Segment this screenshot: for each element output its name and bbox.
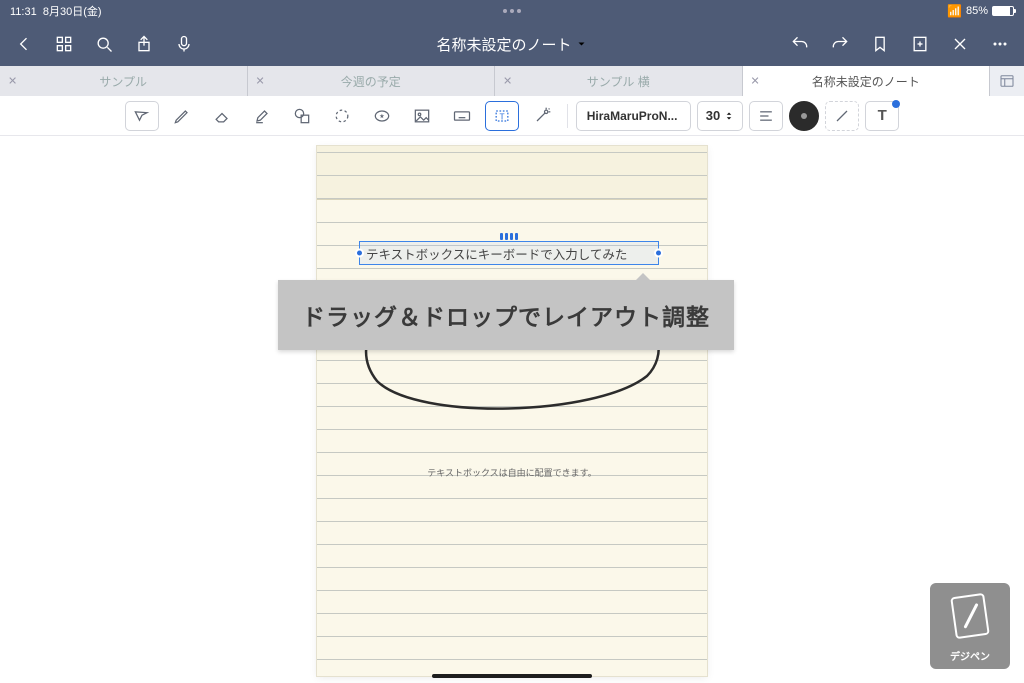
annotation-callout: ドラッグ＆ドロップでレイアウト調整	[278, 280, 734, 350]
canvas[interactable]: テキストボックスにキーボードで入力してみた テキストボックスは自由に配置できます…	[0, 136, 1024, 683]
tab-label: 名称未設定のノート	[812, 73, 920, 90]
textbox-content: テキストボックスにキーボードで入力してみた	[366, 244, 627, 263]
highlighter-tool[interactable]	[245, 101, 279, 131]
redo-button[interactable]	[824, 28, 856, 60]
divider	[567, 104, 568, 128]
doc-title[interactable]: 名称未設定のノート	[436, 34, 587, 55]
bg-color-button[interactable]	[825, 101, 859, 131]
resize-handle-right[interactable]	[654, 249, 663, 258]
doc-title-label: 名称未設定のノート	[436, 34, 571, 55]
tab-strip: ✕ サンプル ✕ 今週の予定 ✕ サンプル 横 ✕ 名称未設定のノート	[0, 66, 1024, 96]
textbox-tool[interactable]: T	[485, 101, 519, 131]
close-button[interactable]	[944, 28, 976, 60]
tab-close-icon[interactable]: ✕	[503, 75, 512, 88]
share-button[interactable]	[128, 28, 160, 60]
font-picker[interactable]: HiraMaruProN...	[576, 101, 691, 131]
wifi-icon: 📶	[947, 4, 962, 18]
font-name-label: HiraMaruProN...	[587, 109, 678, 123]
tab-label: サンプル	[99, 73, 147, 90]
font-size-value: 30	[706, 108, 720, 123]
grid-button[interactable]	[48, 28, 80, 60]
status-date: 8月30日(金)	[43, 6, 102, 18]
multitask-dots-icon[interactable]	[503, 9, 521, 13]
pen-tool[interactable]	[165, 101, 199, 131]
keyboard-tool[interactable]	[445, 101, 479, 131]
back-button[interactable]	[8, 28, 40, 60]
home-indicator[interactable]	[432, 674, 592, 678]
image-tool[interactable]	[405, 101, 439, 131]
svg-text:T: T	[499, 111, 504, 121]
zoom-tool[interactable]	[125, 101, 159, 131]
placeholder-textbox[interactable]: テキストボックスは自由に配置できます。	[427, 466, 597, 479]
text-style-button[interactable]: T	[865, 101, 899, 131]
status-bar: 11:31 8月30日(金) 📶 85%	[0, 0, 1024, 22]
add-page-button[interactable]	[904, 28, 936, 60]
watermark-text: デジペン	[950, 648, 990, 663]
tab-label: 今週の予定	[341, 73, 401, 90]
status-time: 11:31	[10, 6, 37, 18]
search-button[interactable]	[88, 28, 120, 60]
tab-close-icon[interactable]: ✕	[8, 75, 17, 88]
tab-layout-button[interactable]	[990, 66, 1024, 96]
placeholder-text: テキストボックスは自由に配置できます。	[427, 468, 597, 478]
battery-percent: 85%	[966, 5, 988, 17]
battery-icon	[992, 6, 1014, 16]
mic-button[interactable]	[168, 28, 200, 60]
bookmark-button[interactable]	[864, 28, 896, 60]
drag-grip-icon[interactable]	[500, 233, 518, 240]
tab-sample-h[interactable]: ✕ サンプル 横	[495, 66, 743, 96]
tool-bar: T HiraMaruProN... 30 T	[0, 96, 1024, 136]
tab-untitled[interactable]: ✕ 名称未設定のノート	[743, 66, 991, 96]
laser-tool[interactable]	[525, 101, 559, 131]
tab-close-icon[interactable]: ✕	[751, 75, 760, 88]
sticker-tool[interactable]	[365, 101, 399, 131]
tab-week-plan[interactable]: ✕ 今週の予定	[248, 66, 496, 96]
text-color-button[interactable]	[789, 101, 819, 131]
shape-tool[interactable]	[285, 101, 319, 131]
lasso-tool[interactable]	[325, 101, 359, 131]
more-button[interactable]	[984, 28, 1016, 60]
resize-handle-left[interactable]	[355, 249, 364, 258]
eraser-tool[interactable]	[205, 101, 239, 131]
tab-sample[interactable]: ✕ サンプル	[0, 66, 248, 96]
tab-close-icon[interactable]: ✕	[256, 75, 265, 88]
selected-textbox[interactable]: テキストボックスにキーボードで入力してみた	[359, 241, 659, 265]
callout-text: ドラッグ＆ドロップでレイアウト調整	[302, 304, 710, 330]
note-page[interactable]: テキストボックスにキーボードで入力してみた テキストボックスは自由に配置できます…	[317, 146, 707, 676]
undo-button[interactable]	[784, 28, 816, 60]
align-button[interactable]	[749, 101, 783, 131]
font-size-picker[interactable]: 30	[697, 101, 743, 131]
watermark-logo: デジペン	[930, 583, 1010, 669]
nav-bar: 名称未設定のノート	[0, 22, 1024, 66]
tab-label: サンプル 横	[587, 73, 650, 90]
